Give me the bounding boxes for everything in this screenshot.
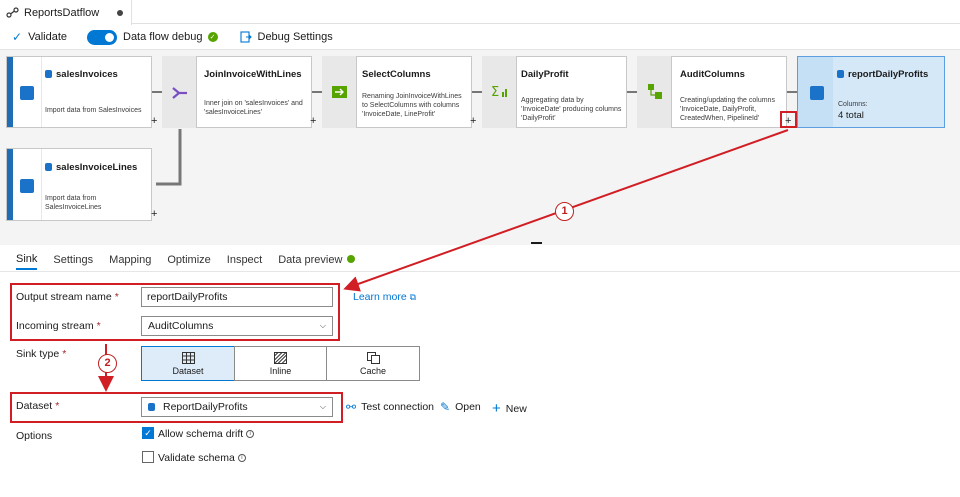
add-transform-button[interactable]: +: [151, 115, 157, 127]
info-icon: i: [246, 430, 255, 438]
validate-schema-checkbox[interactable]: [142, 451, 154, 463]
node-title: salesInvoiceLines: [56, 162, 138, 173]
source-icon: [20, 86, 34, 100]
sink-type-dataset-button[interactable]: Dataset: [141, 346, 235, 381]
svg-text:Σ: Σ: [491, 85, 499, 98]
tab-mapping[interactable]: Mapping: [109, 254, 151, 269]
new-label: New: [505, 402, 527, 415]
tab-settings[interactable]: Settings: [53, 254, 93, 269]
tab-inspect[interactable]: Inspect: [227, 254, 262, 269]
aggregate-icon: Σ: [491, 85, 507, 98]
edit-icon: ✎: [440, 400, 451, 414]
node-select-columns[interactable]: SelectColumns Renaming JoinInvoiceWithLi…: [356, 56, 472, 128]
settings-tabs: Sink Settings Mapping Optimize Inspect D…: [0, 252, 960, 272]
validate-label: Validate: [28, 31, 67, 43]
sink-type-cache-label: Cache: [359, 366, 386, 376]
sink-icon: [810, 86, 824, 100]
node-join-invoice-with-lines[interactable]: JoinInvoiceWithLines Inner join on 'sale…: [196, 56, 312, 128]
document-tab[interactable]: ReportsDatflow: [0, 0, 132, 25]
node-title: salesInvoices: [56, 69, 118, 80]
data-flow-debug-label: Data flow debug: [123, 31, 203, 43]
sink-type-inline-button[interactable]: Inline: [234, 346, 327, 381]
node-title: DailyProfit: [521, 69, 569, 80]
panel-splitter[interactable]: [531, 242, 542, 244]
node-description: Creating/updating the columns 'InvoiceDa…: [680, 97, 775, 122]
derived-column-icon: [648, 84, 662, 99]
add-transform-button[interactable]: +: [310, 115, 316, 127]
annotation-highlight-streams: [10, 283, 340, 341]
node-description: Import data from SalesInvoiceLines: [45, 195, 102, 211]
open-button[interactable]: ✎ Open: [440, 400, 481, 414]
validate-check-icon: ✓: [12, 30, 23, 44]
data-flow-debug-toggle[interactable]: [87, 29, 117, 45]
node-description: Aggregating data by 'InvoiceDate' produc…: [521, 97, 622, 122]
database-icon: [837, 70, 844, 78]
tab-data-preview[interactable]: Data preview: [278, 254, 356, 269]
add-transform-button[interactable]: +: [470, 115, 476, 127]
node-title: AuditColumns: [680, 69, 745, 80]
debug-settings-icon[interactable]: [239, 31, 252, 43]
test-connection-button[interactable]: ⚯ Test connection: [346, 400, 434, 414]
cache-icon: [366, 352, 380, 364]
derived-column-tile: [637, 56, 671, 128]
validate-button[interactable]: ✓ Validate: [12, 30, 67, 44]
database-icon: [45, 163, 52, 171]
allow-schema-drift-checkbox[interactable]: ✓: [142, 427, 154, 439]
dataflow-icon: [6, 7, 19, 18]
node-description: Renaming JoinInvoiceWithLines to SelectC…: [362, 93, 462, 118]
node-title: SelectColumns: [362, 69, 431, 80]
test-connection-label: Test connection: [361, 401, 435, 413]
open-label: Open: [455, 401, 481, 413]
title-bar: [0, 0, 960, 24]
join-tile: [162, 56, 196, 128]
preview-status-icon: [347, 255, 356, 263]
tab-sink[interactable]: Sink: [16, 253, 38, 270]
node-title: reportDailyProfits: [848, 69, 929, 80]
inline-icon: [274, 352, 287, 364]
sink-type-cache-button[interactable]: Cache: [326, 346, 420, 381]
sink-type-label: Sink type *: [16, 348, 67, 360]
database-icon: [45, 70, 52, 78]
unsaved-indicator: [117, 9, 123, 16]
join-icon: [172, 87, 187, 99]
columns-label: Columns:: [838, 101, 868, 108]
node-report-daily-profits[interactable]: reportDailyProfits Columns: 4 total: [797, 56, 945, 128]
new-button[interactable]: + New: [492, 400, 527, 417]
annotation-callout-1: 1: [555, 202, 574, 221]
node-description: Import data from SalesInvoices: [45, 107, 142, 114]
node-title: JoinInvoiceWithLines: [204, 69, 302, 80]
sink-type-inline-label: Inline: [269, 366, 292, 376]
validate-schema-label: Validate schema: [158, 452, 235, 464]
annotation-highlight-dataset: [10, 392, 343, 423]
aggregate-tile: Σ: [482, 56, 516, 128]
debug-status-icon: ✓: [207, 32, 218, 42]
node-daily-profit[interactable]: DailyProfit Aggregating data by 'Invoice…: [516, 56, 627, 128]
tab-data-preview-label: Data preview: [278, 254, 343, 266]
toolbar: ✓ Validate Data flow debug ✓ Debug Setti…: [0, 25, 960, 49]
select-tile: [322, 56, 356, 128]
node-description: Inner join on 'salesInvoices' and 'sales…: [204, 100, 303, 116]
annotation-highlight-plus: [780, 111, 797, 128]
document-tab-title: ReportsDatflow: [24, 6, 100, 19]
add-icon: +: [492, 400, 501, 417]
annotation-callout-2: 2: [98, 354, 117, 373]
tab-optimize[interactable]: Optimize: [167, 254, 210, 269]
table-icon: [181, 352, 195, 364]
select-icon: [332, 86, 347, 98]
columns-count: 4 total: [838, 110, 864, 121]
add-transform-button[interactable]: +: [151, 208, 157, 220]
learn-more-link[interactable]: Learn more ⧉: [353, 291, 416, 303]
source-icon: [20, 179, 34, 193]
sink-type-dataset-label: Dataset: [172, 366, 204, 376]
info-icon: i: [237, 454, 246, 462]
node-audit-columns[interactable]: AuditColumns Creating/updating the colum…: [671, 56, 787, 128]
node-sales-invoices[interactable]: salesInvoices Import data from SalesInvo…: [6, 56, 152, 128]
test-connection-icon: ⚯: [346, 400, 357, 414]
allow-schema-drift-label: Allow schema drift: [158, 428, 244, 440]
options-label: Options: [16, 430, 53, 442]
node-sales-invoice-lines[interactable]: salesInvoiceLines Import data from Sales…: [6, 148, 152, 221]
debug-settings-button[interactable]: Debug Settings: [258, 31, 333, 43]
external-link-icon: ⧉: [409, 292, 417, 302]
